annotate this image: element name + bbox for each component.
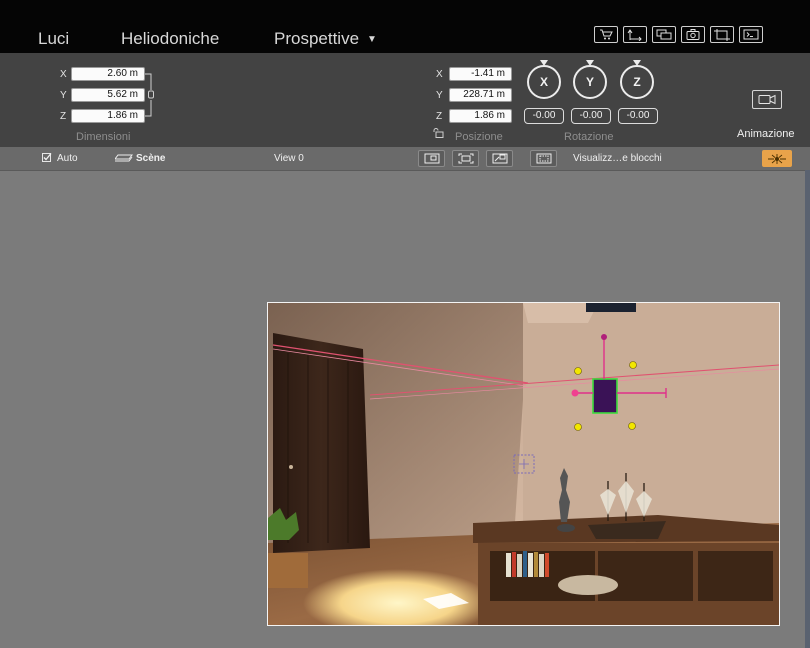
position-caption: Posizione	[455, 131, 503, 143]
auto-label: Auto	[57, 153, 78, 164]
blocks-view-label[interactable]: Visualizz…e blocchi	[573, 153, 662, 164]
inspector-panel: X 2.60 m Y 5.62 m Z 1.86 m Dimensioni X …	[0, 53, 810, 147]
pos-x-field[interactable]: -1.41 m	[449, 67, 512, 81]
sun-light-button[interactable]	[762, 150, 792, 167]
dim-y-field[interactable]: 5.62 m	[71, 88, 145, 102]
blocks-view-icon	[536, 153, 551, 164]
tab-label: Prospettive	[274, 29, 360, 48]
dim-z-field[interactable]: 1.86 m	[71, 109, 145, 123]
zoom-out-button[interactable]	[486, 150, 513, 167]
chevron-down-icon: ▼	[367, 34, 377, 45]
view-toolbar: Auto Scène View 0 Visualizz…e blocchi	[0, 147, 810, 171]
tab-label: Luci	[38, 29, 70, 48]
room-render[interactable]	[268, 303, 779, 625]
crop-icon[interactable]	[710, 26, 734, 43]
animation-label: Animazione	[737, 128, 795, 140]
pos-x-label: X	[436, 69, 443, 80]
top-bar: Luci Heliodoniche Prospettive ▼	[0, 0, 810, 53]
rotation-y-field[interactable]: -0.00	[571, 108, 611, 124]
unlock-icon[interactable]	[433, 128, 445, 138]
camera-icon[interactable]	[681, 26, 705, 43]
zoom-selection-button[interactable]	[418, 150, 445, 167]
rotation-z-field[interactable]: -0.00	[618, 108, 658, 124]
animation-button[interactable]	[752, 90, 782, 109]
tab-heliodoniche[interactable]: Heliodoniche	[121, 29, 219, 49]
knob-label: Z	[633, 75, 641, 89]
render-viewport[interactable]	[267, 302, 780, 626]
zoom-fit-button[interactable]	[452, 150, 479, 167]
dim-y-label: Y	[60, 90, 67, 101]
pos-y-label: Y	[436, 90, 443, 101]
scene-label[interactable]: Scène	[136, 153, 165, 164]
toolbar-icons	[594, 26, 763, 43]
tab-prospettive[interactable]: Prospettive ▼	[274, 29, 377, 49]
sun-icon	[768, 153, 786, 164]
zoom-selection-icon	[424, 153, 439, 164]
dim-x-label: X	[60, 69, 67, 80]
rotation-x-field[interactable]: -0.00	[524, 108, 564, 124]
export-arrow-icon[interactable]	[623, 26, 647, 43]
proportion-lock-icon[interactable]	[145, 69, 159, 119]
rotation-caption: Rotazione	[564, 131, 614, 143]
blocks-view-button[interactable]	[530, 150, 557, 167]
rotation-x-knob[interactable]: X	[527, 65, 561, 99]
auto-checkbox[interactable]	[42, 152, 53, 163]
pos-y-field[interactable]: 228.71 m	[449, 88, 512, 102]
pos-z-label: Z	[436, 111, 443, 122]
tab-luci[interactable]: Luci	[38, 29, 69, 49]
scene-layers-icon[interactable]	[115, 153, 133, 164]
rotation-z-knob[interactable]: Z	[620, 65, 654, 99]
knob-label: X	[539, 75, 548, 89]
view-label[interactable]: View 0	[274, 153, 304, 164]
tab-label: Heliodoniche	[121, 29, 220, 48]
dim-x-field[interactable]: 2.60 m	[71, 67, 145, 81]
windows-icon[interactable]	[652, 26, 676, 43]
cart-icon[interactable]	[594, 26, 618, 43]
rotation-y-knob[interactable]: Y	[573, 65, 607, 99]
zoom-out-icon	[492, 153, 507, 164]
terminal-icon[interactable]	[739, 26, 763, 43]
pos-z-field[interactable]: 1.86 m	[449, 109, 512, 123]
dimensions-caption: Dimensioni	[76, 131, 131, 143]
video-camera-icon	[758, 94, 776, 105]
selected-object[interactable]	[592, 378, 618, 414]
knob-label: Y	[585, 75, 594, 89]
right-edge-scrollbar[interactable]	[805, 170, 810, 648]
dim-z-label: Z	[60, 111, 67, 122]
zoom-fit-icon	[458, 153, 473, 164]
